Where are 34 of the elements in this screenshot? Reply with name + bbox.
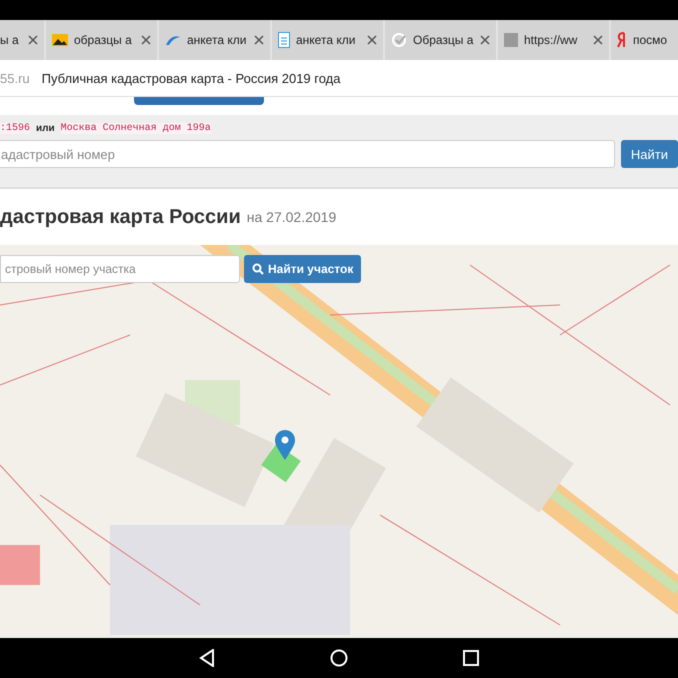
browser-tab[interactable]: образцы а (46, 20, 157, 60)
browser-tab[interactable]: https://ww (498, 20, 609, 60)
browser-tab[interactable]: посмо (611, 20, 678, 60)
wave-icon (165, 34, 181, 46)
close-icon[interactable] (254, 35, 264, 45)
check-icon (391, 32, 407, 48)
home-icon[interactable] (330, 649, 348, 667)
close-icon[interactable] (28, 35, 38, 45)
back-icon[interactable] (199, 649, 215, 667)
or-text: или (36, 123, 55, 134)
browser-tab[interactable]: Образцы а (385, 20, 496, 60)
find-parcel-button[interactable]: Найти участок (244, 255, 362, 283)
recents-icon[interactable] (463, 650, 479, 666)
document-icon (278, 32, 290, 48)
example-code: :1596 (0, 123, 30, 134)
browser-tab[interactable]: ы а (0, 20, 44, 60)
map-pin-icon (274, 429, 296, 461)
search-field[interactable]: адастровый номер (0, 140, 615, 168)
parcel-search-field[interactable]: стровый номер участка (0, 255, 240, 283)
page-title: Публичная кадастровая карта - Россия 2019 года (42, 70, 340, 86)
page-heading: дастровая карта России (0, 206, 241, 228)
browser-tab[interactable]: анкета кли (159, 20, 270, 60)
close-icon[interactable] (141, 35, 151, 45)
date-text: на 27.02.2019 (246, 209, 336, 225)
letter-icon (617, 32, 627, 48)
page-icon (504, 33, 518, 47)
close-icon[interactable] (367, 35, 377, 45)
picture-icon (52, 34, 68, 46)
close-icon[interactable] (593, 35, 603, 45)
search-icon (252, 263, 264, 275)
find-button[interactable]: Найти (620, 140, 678, 168)
example-code: Москва Солнечная дом 199а (60, 123, 211, 134)
close-icon[interactable] (480, 35, 490, 45)
browser-tab[interactable]: анкета кли (272, 20, 383, 60)
